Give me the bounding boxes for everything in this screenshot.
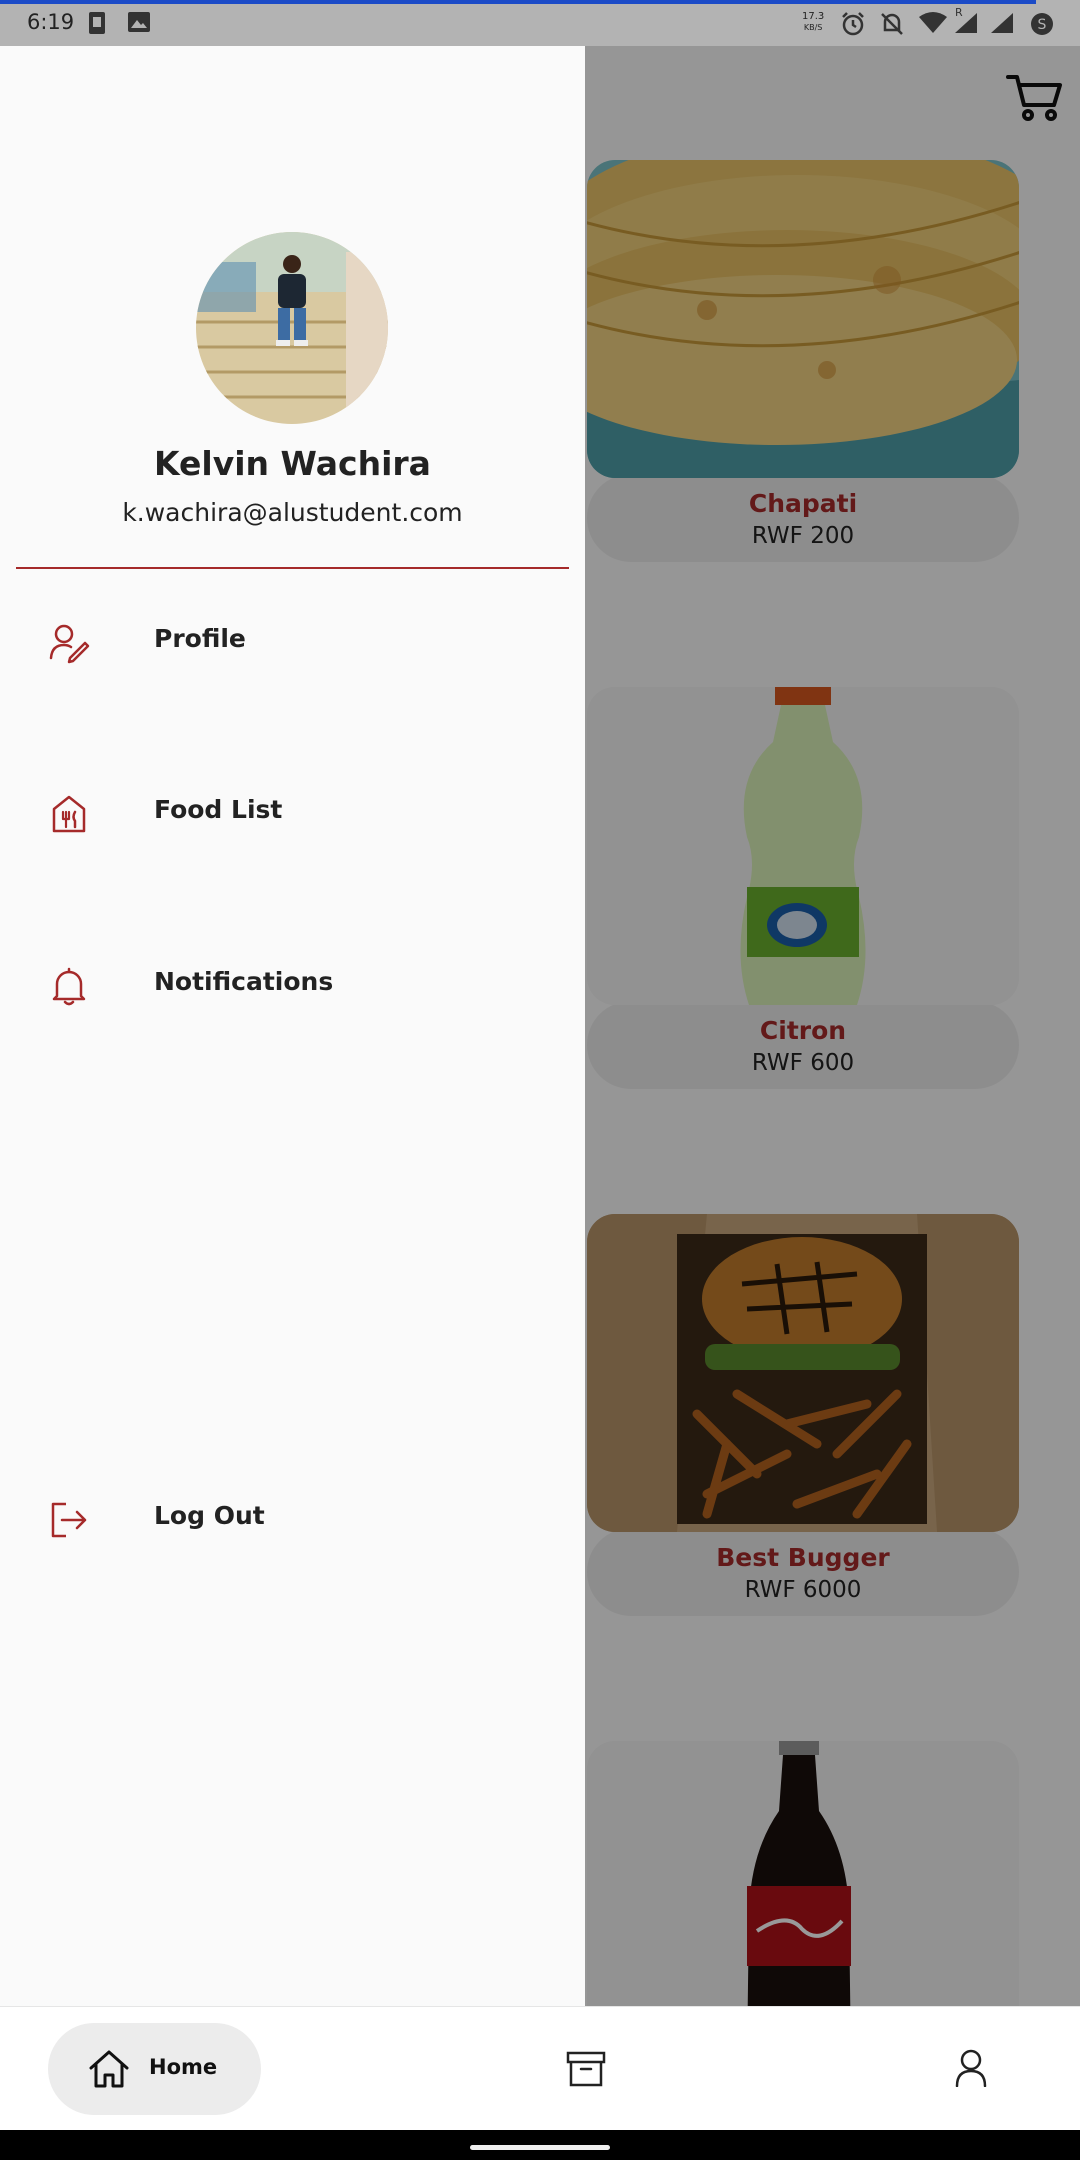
drawer-item-log-out[interactable]: Log Out <box>0 1475 585 1565</box>
drawer-item-food-list[interactable]: Food List <box>0 769 585 859</box>
signal-icon <box>989 11 1015 39</box>
drawer-item-label: Profile <box>154 624 246 653</box>
system-navigation-bar <box>0 2130 1080 2160</box>
data-saver-icon: S <box>1029 11 1055 41</box>
image-icon <box>127 11 151 37</box>
net-speed: 17.3 KB/S <box>802 11 824 33</box>
drawer-item-profile[interactable]: Profile <box>0 598 585 688</box>
status-time: 6:19 <box>27 10 75 34</box>
nav-home-label: Home <box>149 2055 218 2079</box>
navigation-drawer: Kelvin Wachira k.wachira@alustudent.com … <box>0 46 585 2006</box>
profile-edit-icon <box>48 622 90 664</box>
nav-home-button[interactable]: Home <box>48 2023 261 2115</box>
sim-card-icon <box>88 11 106 39</box>
net-speed-unit: KB/S <box>803 23 823 32</box>
drawer-item-label: Food List <box>154 795 283 824</box>
archive-icon[interactable] <box>566 2051 606 2087</box>
loading-progress-bar <box>0 0 1036 4</box>
wifi-icon <box>918 11 948 39</box>
logout-icon <box>48 1499 90 1541</box>
drawer-item-label: Log Out <box>154 1501 265 1530</box>
home-icon <box>88 2049 130 2093</box>
status-bar: 6:19 17.3 KB/S R S <box>0 0 1080 46</box>
gesture-handle[interactable] <box>470 2145 610 2150</box>
roaming-indicator: R <box>955 6 963 19</box>
user-email: k.wachira@alustudent.com <box>122 498 463 527</box>
drawer-divider <box>16 567 569 569</box>
drawer-item-label: Notifications <box>154 967 334 996</box>
restaurant-icon <box>48 793 90 835</box>
alarm-icon <box>840 11 866 41</box>
bell-icon <box>48 965 90 1007</box>
drawer-item-notifications[interactable]: Notifications <box>0 941 585 1031</box>
net-speed-value: 17.3 <box>802 11 825 22</box>
person-icon[interactable] <box>955 2049 987 2088</box>
svg-text:S: S <box>1038 17 1047 33</box>
silent-icon <box>879 11 905 41</box>
user-name: Kelvin Wachira <box>154 444 431 483</box>
user-avatar[interactable] <box>196 232 388 424</box>
bottom-navigation: Home <box>0 2006 1080 2130</box>
